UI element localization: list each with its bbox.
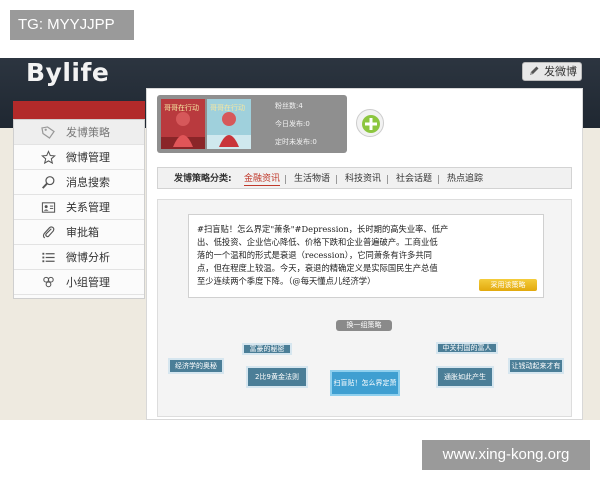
tab-separator bbox=[438, 175, 439, 184]
sidebar-item-label: 消息搜索 bbox=[66, 176, 110, 189]
node-label: 富豪的秘密 bbox=[249, 345, 285, 353]
category-label: 发博策略分类: bbox=[174, 174, 232, 184]
pen-icon bbox=[530, 66, 539, 75]
fans-count: 粉丝数:4 bbox=[275, 102, 303, 110]
star-icon bbox=[41, 150, 56, 165]
sidebar-item-message-search[interactable]: 消息搜索 bbox=[14, 170, 144, 195]
plus-icon bbox=[362, 115, 380, 133]
sidebar-item-group-manage[interactable]: 小组管理 bbox=[14, 270, 144, 295]
adopt-strategy-button[interactable]: 采用该策略 bbox=[479, 279, 537, 291]
strategy-node-golden-rule[interactable]: 2比9黄金法则 bbox=[246, 366, 308, 388]
strategy-post-text: #扫盲贴！怎么界定"萧条"#Depression，长时期的高失业率、低产 出、低… bbox=[197, 223, 459, 288]
tab-tech-news[interactable]: 科技资讯 bbox=[345, 168, 381, 190]
post-line: 至少连续两个季度下降。（@每天懂点儿经济学） bbox=[197, 276, 376, 286]
tab-hot-tracking[interactable]: 热点追踪 bbox=[447, 168, 483, 190]
sidebar-item-weibo-manage[interactable]: 微博管理 bbox=[14, 145, 144, 170]
strategy-node-money-value[interactable]: 让钱动起来才有价值 bbox=[508, 358, 564, 374]
tab-social-topics[interactable]: 社会话题 bbox=[396, 168, 432, 190]
sidebar-item-label: 微博管理 bbox=[66, 151, 110, 164]
account-card: 哥哥在行动 哥哥在行动 粉丝数:4 今日发布:0 定时未发布:0 bbox=[157, 95, 347, 153]
strategy-node-economics[interactable]: 经济学的奥秘 bbox=[168, 358, 224, 374]
list-icon bbox=[42, 252, 55, 263]
post-line: #扫盲贴！怎么界定"萧条"#Depression，长时期的高失业率、低产 bbox=[197, 224, 449, 234]
node-label: 2比9黄金法则 bbox=[255, 373, 299, 381]
main-content: 哥哥在行动 哥哥在行动 粉丝数:4 今日发布:0 定时未发布:0 发博策略分类:… bbox=[146, 88, 583, 420]
paperclip-icon bbox=[42, 226, 55, 239]
sidebar-item-label: 微博分析 bbox=[66, 251, 110, 264]
account-label: 哥哥在行动 bbox=[164, 104, 199, 112]
today-posts: 今日发布:0 bbox=[275, 120, 310, 128]
sidebar: 发博策略 微博管理 消息搜索 关系管理 审批箱 微博分析 小组管理 bbox=[13, 101, 145, 299]
sidebar-item-relation-manage[interactable]: 关系管理 bbox=[14, 195, 144, 220]
scheduled-unposted: 定时未发布:0 bbox=[275, 138, 317, 146]
sidebar-item-label: 发博策略 bbox=[66, 126, 110, 139]
sidebar-item-label: 审批箱 bbox=[66, 226, 99, 239]
strategy-node-inflation[interactable]: 通胀如此产生 bbox=[436, 366, 494, 388]
post-line: 点，但在程度上较温。今天，衰退的精确定义是实际国民生产总值 bbox=[197, 263, 438, 273]
bylife-app: Bylife 发微博 发博策略 微博管理 消息搜索 关系管理 审批箱 微博分析 … bbox=[0, 58, 600, 420]
bylife-logo: Bylife bbox=[26, 58, 110, 87]
watermark-overlay: www.xing-kong.org bbox=[422, 440, 590, 470]
tab-separator bbox=[285, 175, 286, 184]
sidebar-item-label: 小组管理 bbox=[66, 276, 110, 289]
node-label: 经济学的奥秘 bbox=[175, 362, 217, 370]
tab-separator bbox=[336, 175, 337, 184]
tab-life-stories[interactable]: 生活物语 bbox=[294, 168, 330, 190]
tag-icon bbox=[41, 126, 55, 139]
strategy-node-depression[interactable]: 扫盲贴！怎么界定萧条 bbox=[330, 370, 400, 396]
node-label: 让钱动起来才有价值 bbox=[511, 362, 561, 370]
sidebar-item-label: 关系管理 bbox=[66, 201, 110, 214]
account-avatar-2[interactable]: 哥哥在行动 bbox=[207, 99, 251, 149]
post-weibo-button[interactable]: 发微博 bbox=[522, 62, 582, 81]
swap-strategy-button[interactable]: 换一组策略 bbox=[336, 320, 392, 331]
node-label: 中关村国的富人 bbox=[442, 344, 492, 352]
strategy-node-rich-people[interactable]: 中关村国的富人 bbox=[436, 342, 498, 354]
post-line: 出、低投资、企业信心降低、价格下跌和企业普遍破产。工商业低 bbox=[197, 237, 438, 247]
add-account-button[interactable] bbox=[356, 109, 384, 137]
tg-tag-overlay: TG: MYYJJPP bbox=[10, 10, 134, 40]
account-avatar-1[interactable]: 哥哥在行动 bbox=[161, 99, 205, 149]
post-weibo-label: 发微博 bbox=[544, 65, 577, 78]
tab-finance-news[interactable]: 金融资讯 bbox=[244, 168, 281, 190]
sidebar-item-weibo-analysis[interactable]: 微博分析 bbox=[14, 245, 144, 270]
tab-separator bbox=[387, 175, 388, 184]
search-icon bbox=[42, 176, 55, 189]
contact-card-icon bbox=[41, 202, 56, 213]
post-line: 落的一个温和的形式是衰退（recession），它同萧条有许多共同 bbox=[197, 250, 432, 260]
sidebar-menu: 发博策略 微博管理 消息搜索 关系管理 审批箱 微博分析 小组管理 bbox=[13, 119, 145, 299]
strategy-node-rich-secrets[interactable]: 富豪的秘密 bbox=[242, 343, 292, 355]
strategy-panel: #扫盲贴！怎么界定"萧条"#Depression，长时期的高失业率、低产 出、低… bbox=[157, 199, 572, 417]
category-bar: 发博策略分类: 金融资讯 生活物语 科技资讯 社会话题 热点追踪 bbox=[157, 167, 572, 189]
strategy-post-box: #扫盲贴！怎么界定"萧条"#Depression，长时期的高失业率、低产 出、低… bbox=[188, 214, 544, 298]
group-icon bbox=[43, 276, 54, 288]
sidebar-item-approval-box[interactable]: 审批箱 bbox=[14, 220, 144, 245]
account-label: 哥哥在行动 bbox=[210, 104, 245, 112]
node-label: 通胀如此产生 bbox=[444, 373, 486, 381]
sidebar-accent-bar bbox=[13, 101, 145, 119]
sidebar-item-post-strategy[interactable]: 发博策略 bbox=[14, 120, 144, 145]
node-label: 扫盲贴！怎么界定萧条 bbox=[333, 379, 397, 387]
